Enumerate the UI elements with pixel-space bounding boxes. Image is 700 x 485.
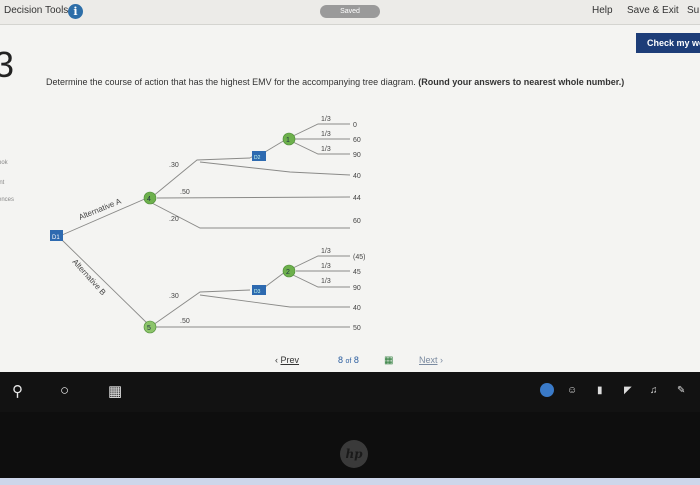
node2-payoff-2: 45: [353, 269, 361, 276]
next-label: Next: [419, 355, 438, 365]
prev-label: Prev: [280, 355, 300, 365]
node2-payoff-1: (45): [353, 254, 365, 261]
wifi-icon[interactable]: ◤: [624, 385, 632, 396]
node5-payoff-2: 50: [353, 325, 361, 332]
node4-payoff-2: 44: [353, 195, 361, 202]
node2-prob-1: 1/3: [321, 248, 331, 255]
node1-payoff-3: 90: [353, 152, 361, 159]
hp-logo-icon: hp: [340, 440, 368, 468]
chance-node-5-label: 5: [147, 325, 151, 332]
page-total: 8: [353, 355, 359, 365]
search-icon[interactable]: ⚲: [12, 382, 23, 400]
decision-node-d1-label: D1: [52, 235, 60, 241]
node5-payoff-1: 40: [353, 305, 361, 312]
node4-prob-1: .30: [169, 162, 179, 169]
decision-tree-diagram: D1 Alternative A Alternative B 4 5 D2 1 …: [50, 116, 365, 334]
alternative-b-label: Alternative B: [71, 257, 108, 297]
node4-prob-3: .20: [169, 216, 179, 223]
node1-prob-1: 1/3: [321, 116, 331, 123]
node2-payoff-3: 90: [353, 285, 361, 292]
pen-icon[interactable]: ✎: [677, 385, 685, 396]
node2-prob-2: 1/3: [321, 263, 331, 270]
grid-icon[interactable]: ▦: [384, 355, 393, 366]
node1-payoff-1: 0: [353, 122, 357, 129]
battery-icon[interactable]: ▮: [597, 385, 603, 396]
people-icon[interactable]: ☺: [567, 385, 577, 396]
cortana-circle-icon[interactable]: ○: [60, 382, 69, 399]
node4-prob-2: .50: [180, 189, 190, 196]
node5-prob-1: .30: [169, 293, 179, 300]
desk-surface: [0, 478, 700, 485]
app-screen: Decision Tools i Saved Help Save & Exit …: [0, 0, 700, 372]
taskbar: ⚲ ○ ▦ ☺ ▮ ◤ ♫ ✎: [0, 372, 700, 412]
volume-icon[interactable]: ♫: [650, 385, 658, 396]
page-indicator: 8 of 8: [338, 355, 359, 365]
prev-button[interactable]: ‹ Prev: [275, 355, 299, 365]
app-tray-icon[interactable]: [540, 383, 554, 397]
decision-node-d2-label: D2: [254, 155, 261, 161]
node1-prob-2: 1/3: [321, 131, 331, 138]
chance-node-1-label: 1: [286, 137, 290, 144]
node4-payoff-3: 60: [353, 218, 361, 225]
node1-payoff-2: 60: [353, 137, 361, 144]
node2-prob-3: 1/3: [321, 278, 331, 285]
next-button[interactable]: Next ›: [419, 355, 443, 365]
decision-node-d3-label: D3: [254, 289, 261, 295]
chance-node-2-label: 2: [286, 269, 290, 276]
chance-node-4-label: 4: [147, 196, 151, 203]
page-of: of: [345, 358, 352, 365]
task-view-icon[interactable]: ▦: [108, 382, 122, 400]
node1-prob-3: 1/3: [321, 146, 331, 153]
node5-prob-2: .50: [180, 318, 190, 325]
node4-payoff-1: 40: [353, 173, 361, 180]
page-current: 8: [338, 355, 344, 365]
